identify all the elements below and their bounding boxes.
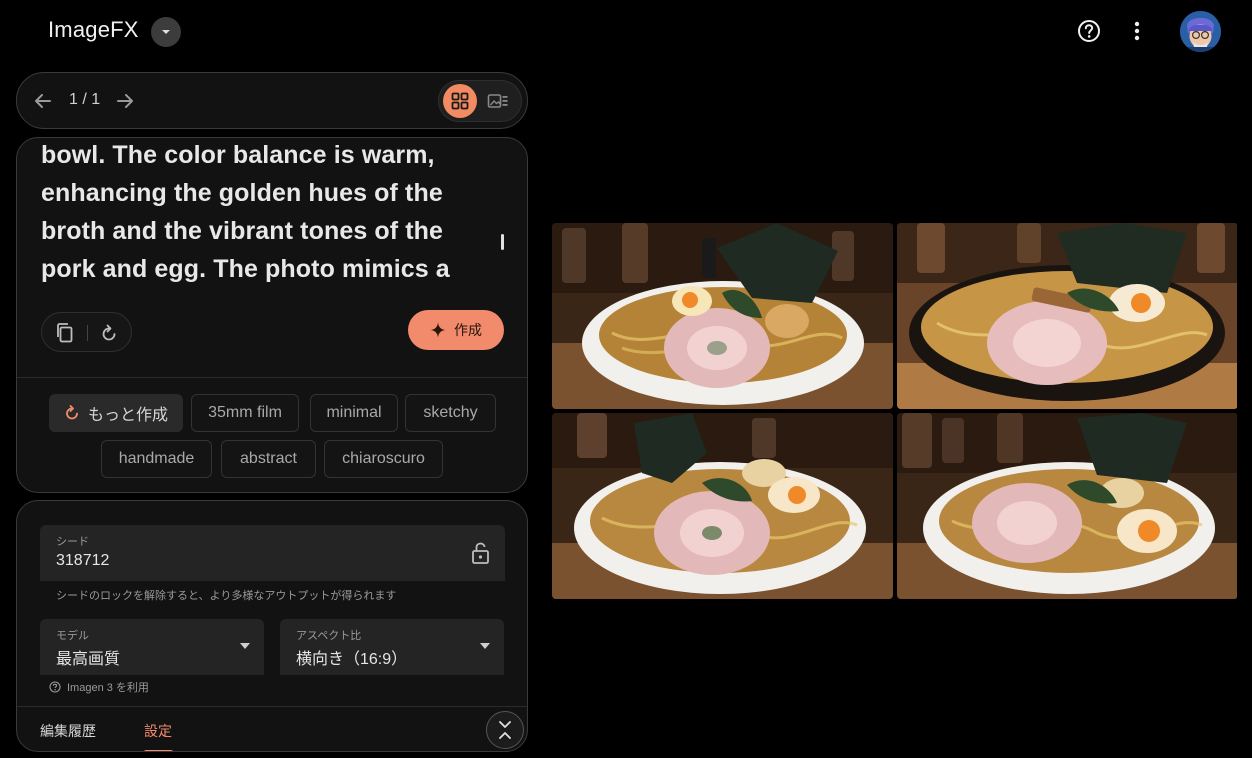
model-label: モデル xyxy=(56,630,89,642)
more-vert-icon xyxy=(1134,21,1140,41)
prompt-scrollbar[interactable] xyxy=(501,234,504,250)
prompt-card: bowl. The color balance is warm, enhanci… xyxy=(16,137,528,493)
style-chip[interactable]: minimal xyxy=(310,394,398,432)
refresh-icon xyxy=(66,405,78,420)
avatar-icon xyxy=(1180,11,1221,52)
divider xyxy=(87,325,88,341)
tab-settings[interactable]: 設定 xyxy=(144,721,172,741)
copy-prompt-button[interactable] xyxy=(54,322,76,344)
top-bar: ImageFX xyxy=(0,0,1252,64)
image-gallery xyxy=(552,223,1237,599)
chevron-down-icon xyxy=(162,30,170,34)
next-button[interactable] xyxy=(113,89,137,113)
account-avatar[interactable] xyxy=(1180,11,1221,52)
chevron-down-icon xyxy=(240,643,250,649)
create-button[interactable]: 作成 xyxy=(408,310,504,350)
chevron-down-icon xyxy=(480,643,490,649)
prompt-line: bowl. The color balance is warm, xyxy=(41,141,435,169)
generated-image[interactable] xyxy=(552,413,893,599)
style-chip[interactable]: chiaroscuro xyxy=(324,440,443,478)
prompt-line: enhancing the golden hues of the xyxy=(41,179,443,207)
reset-prompt-button[interactable] xyxy=(98,322,120,344)
create-label: 作成 xyxy=(454,322,482,338)
ramen-image xyxy=(897,413,1237,599)
copy-icon xyxy=(57,323,73,343)
arrow-right-icon xyxy=(117,94,133,108)
aspect-ratio-select[interactable]: アスペクト比 横向き（16:9） xyxy=(280,619,504,675)
previous-button[interactable] xyxy=(31,89,55,113)
style-chip[interactable]: sketchy xyxy=(405,394,496,432)
ramen-image xyxy=(897,223,1237,409)
seed-help-text: シードのロックを解除すると、より多様なアウトプットが得られます xyxy=(56,590,397,602)
model-value: 最高画質 xyxy=(56,651,121,668)
grid-view-button[interactable] xyxy=(443,84,477,118)
style-chip[interactable]: handmade xyxy=(101,440,212,478)
model-select[interactable]: モデル 最高画質 xyxy=(40,619,264,675)
prompt-actions xyxy=(41,312,132,352)
image-detail-icon xyxy=(487,94,508,108)
more-options-button[interactable] xyxy=(1124,18,1150,44)
generated-image[interactable] xyxy=(552,223,893,409)
prompt-text[interactable]: bowl. The color balance is warm, enhanci… xyxy=(41,138,481,288)
bottom-tabs: 編集履歴 設定 xyxy=(17,706,527,751)
divider xyxy=(17,377,527,378)
collapse-button[interactable] xyxy=(486,711,524,749)
app-title: ImageFX xyxy=(48,17,139,42)
seed-label: シード xyxy=(56,536,89,548)
arrow-left-icon xyxy=(35,94,51,108)
single-view-button[interactable] xyxy=(487,90,509,112)
sparkle-icon xyxy=(430,322,446,338)
page-counter: 1 / 1 xyxy=(69,91,101,108)
ramen-image xyxy=(552,223,893,409)
imagen-note-text: Imagen 3 を利用 xyxy=(67,682,149,694)
seed-lock-button[interactable] xyxy=(470,541,492,565)
aspect-label: アスペクト比 xyxy=(296,630,362,642)
imagen-note: Imagen 3 を利用 xyxy=(49,679,149,695)
style-chip[interactable]: 35mm film xyxy=(191,394,299,432)
grid-icon xyxy=(451,92,469,110)
brand-dropdown-button[interactable] xyxy=(151,17,181,47)
help-circle-icon xyxy=(1078,20,1100,42)
more-create-chip[interactable]: もっと作成 xyxy=(49,394,183,432)
tab-history[interactable]: 編集履歴 xyxy=(40,721,96,741)
collapse-icon xyxy=(499,721,511,739)
generated-image[interactable] xyxy=(897,413,1238,599)
ramen-image xyxy=(552,413,893,599)
seed-field[interactable]: シード 318712 xyxy=(40,525,505,581)
help-button[interactable] xyxy=(1076,18,1102,44)
prompt-line: broth and the vibrant tones of the xyxy=(41,217,444,245)
prompt-line: pork and egg. The photo mimics a xyxy=(41,255,450,283)
more-create-label: もっと作成 xyxy=(87,407,168,424)
refresh-icon xyxy=(102,324,116,341)
settings-card: シード 318712 シードのロックを解除すると、より多様なアウトプットが得られ… xyxy=(16,500,528,752)
prompt-scroll-area[interactable]: bowl. The color balance is warm, enhanci… xyxy=(41,138,481,288)
generated-image[interactable] xyxy=(897,223,1238,409)
unlock-icon xyxy=(472,542,489,564)
help-circle-icon xyxy=(49,681,61,693)
style-chip[interactable]: abstract xyxy=(221,440,316,478)
aspect-value: 横向き（16:9） xyxy=(296,651,408,668)
active-tab-indicator xyxy=(144,750,173,751)
seed-value[interactable]: 318712 xyxy=(56,552,109,570)
view-toggle xyxy=(438,80,522,122)
result-navigator: 1 / 1 xyxy=(16,72,528,129)
